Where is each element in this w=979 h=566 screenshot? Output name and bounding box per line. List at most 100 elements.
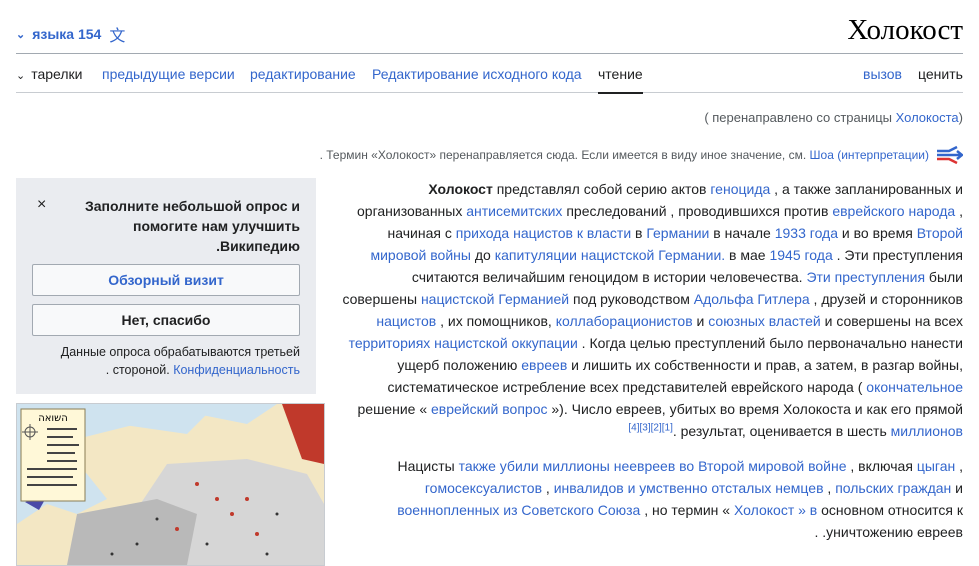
article-text: систематическое истребление всех предста… (387, 379, 867, 395)
tab-edit[interactable]: редактирование (250, 66, 356, 82)
article-text: . Эти преступления (832, 247, 963, 263)
article-link[interactable]: гомосексуалистов (425, 480, 542, 496)
article-paragraph-1: Холокост представлял собой серию актов г… (341, 178, 963, 442)
article-link[interactable]: миллионов (891, 423, 963, 439)
redirect-note: ( перенаправлено со страницы Холокоста) (704, 110, 963, 125)
article-text: ущерб положению (397, 357, 522, 373)
hatnote-text: . Термин «Холокост» перенаправляется сюд… (319, 148, 810, 162)
article-bold: Холокост (428, 181, 493, 197)
tab-talk-label: тарелки (31, 66, 83, 82)
tab-watch[interactable]: вызов (863, 66, 902, 82)
article-link[interactable]: Германии (646, 225, 709, 241)
chevron-down-icon: ⌄ (16, 28, 26, 41)
article-paragraph-2: Нацисты также убили миллионы неевреев во… (341, 455, 963, 543)
survey-note-prefix: . стороной. (105, 363, 174, 377)
article-text: до (470, 247, 495, 263)
article-link[interactable]: 1945 года (769, 247, 832, 263)
article-link[interactable]: коллаборационистов (556, 313, 693, 329)
chevron-down-icon: ⌄ (16, 70, 26, 82)
redirect-link[interactable]: Холокоста (896, 110, 959, 125)
article-text: представлял собой серию актов (492, 181, 711, 197)
article-text: и (692, 313, 709, 329)
article-text: Нацисты (397, 458, 459, 474)
article-text: и лишить их собственности и прав, а зате… (567, 357, 963, 373)
article-text: считаются величайшим геноцидом в истории… (411, 269, 807, 285)
article-link[interactable]: 1933 года (775, 225, 838, 241)
article-text: , их помощников, (436, 313, 556, 329)
article-text: решение « (357, 401, 431, 417)
article-text: и совершены на всех (820, 313, 963, 329)
article-text: , включая (846, 458, 917, 474)
redirect-prefix: ( перенаправлено со страницы (704, 110, 896, 125)
article-link[interactable]: Адольфа Гитлера (694, 291, 810, 307)
tab-tools[interactable]: ценить (918, 66, 963, 82)
article-link[interactable]: еврейского народа (832, 203, 955, 219)
article-link[interactable]: евреев (521, 357, 567, 373)
article-text: , друзей и сторонников (809, 291, 963, 307)
article-text: , (955, 458, 963, 474)
article-link[interactable]: инвалидов и умственно отсталых немцев (554, 480, 824, 496)
close-icon[interactable]: × (37, 196, 46, 214)
article-text: основном относится к (817, 502, 963, 518)
article-text: , (955, 203, 963, 219)
article-text: были (925, 269, 963, 285)
article-link[interactable]: нацистской Германией (421, 291, 569, 307)
tour-button[interactable]: Обзорный визит (32, 264, 300, 296)
article-link[interactable]: также убили миллионы неевреев во Второй … (459, 458, 847, 474)
article-link[interactable]: еврейский вопрос (431, 401, 548, 417)
article-text: под руководством (569, 291, 694, 307)
survey-question: Заполните небольшой опрос и помогите нам… (60, 196, 300, 256)
article-text: и во время (838, 225, 917, 241)
article-link[interactable]: Второй (917, 225, 963, 241)
article-link[interactable]: капитуляции нацистской Германии. (495, 247, 725, 263)
article-text: организованных (357, 203, 467, 219)
article-link[interactable]: военнопленных из Советского Союза (397, 502, 640, 518)
privacy-link[interactable]: Конфиденциальность (173, 363, 300, 377)
article-link[interactable]: мировой войны (370, 247, 470, 263)
tab-talk[interactable]: ⌄ тарелки (16, 66, 82, 82)
article-text: . .уничтожению евреев (814, 524, 963, 540)
tab-read[interactable]: чтение (598, 66, 643, 94)
article-text: . результат, оценивается в шесть (672, 423, 891, 439)
article-link[interactable]: окончательное (866, 379, 963, 395)
tab-history[interactable]: предыдущие версии (102, 66, 235, 82)
article-text: начиная с (387, 225, 456, 241)
article-text: , (823, 480, 836, 496)
article-text: . Когда целью преступлений было первонач… (577, 335, 963, 351)
article-link[interactable]: территориях нацистской оккупации (349, 335, 578, 351)
title-divider (16, 53, 963, 54)
article-link[interactable]: нацистов (376, 313, 436, 329)
hatnote-link[interactable]: Шоа (интерпретации) (810, 148, 929, 162)
article-link[interactable]: прихода нацистов к власти (456, 225, 631, 241)
survey-question-line: помогите нам улучшить (133, 218, 300, 234)
article-link[interactable]: Холокост » в (734, 502, 817, 518)
article-text: в мае (725, 247, 770, 263)
page-title: Холокост (847, 14, 963, 46)
map-title: השואה (38, 413, 68, 424)
no-thanks-button[interactable]: Нет, спасибо (32, 304, 300, 336)
article-link[interactable]: союзных властей (708, 313, 820, 329)
survey-note-line: Данные опроса обрабатываются третьей (60, 345, 300, 359)
redirect-suffix: ) (958, 110, 963, 125)
article-link[interactable]: геноцида (710, 181, 770, 197)
survey-question-line: .Википедию (216, 238, 300, 254)
article-text: и (951, 480, 963, 496)
article-text: »). Число евреев, убитых во время Холоко… (547, 401, 963, 417)
article-text: , но термин « (640, 502, 734, 518)
language-count-label: языка 154 (32, 26, 102, 42)
tab-edit-source[interactable]: Редактирование исходного кода (372, 66, 582, 82)
article-link[interactable]: Эти преступления (806, 269, 925, 285)
translate-icon: 文 (109, 28, 126, 45)
article-text: преследований , проводившихся против (562, 203, 833, 219)
survey-panel: × Заполните небольшой опрос и помогите н… (16, 178, 316, 394)
citation-link[interactable]: [4][3][2][1] (628, 422, 672, 433)
article-link[interactable]: цыган (917, 458, 955, 474)
article-text: в начале (709, 225, 775, 241)
holocaust-map-image[interactable]: השואה (16, 403, 325, 566)
language-button[interactable]: ⌄ языка 154 文 (16, 24, 126, 45)
article-link[interactable]: польских граждан (835, 480, 951, 496)
article-text: в (631, 225, 647, 241)
article-text: совершены (342, 291, 421, 307)
article-link[interactable]: антисемитских (466, 203, 562, 219)
survey-question-line: Заполните небольшой опрос и (84, 198, 300, 214)
